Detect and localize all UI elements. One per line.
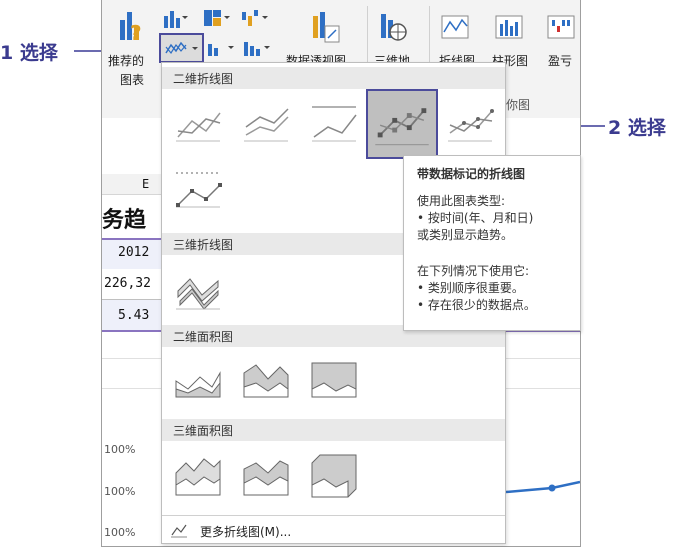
line-chart-dropdown-button[interactable] [159,33,204,63]
ribbon-group-label: 你图 [506,98,531,112]
chart-type-stacked-line-with-markers[interactable] [442,97,498,151]
chart-type-line[interactable] [170,97,226,151]
sheet-title-text: 务趋 [102,207,147,233]
chart-type-100-stacked-line[interactable] [306,97,362,151]
tooltip-line: • 按时间(年、月和日) [417,211,534,225]
callout-step-2: 2 选择 [608,117,666,139]
cell-value-amount[interactable]: 226,32 [104,276,151,291]
sparkline-winloss-label[interactable]: 盈亏 [548,52,572,69]
chart-type-3d-line[interactable] [170,261,226,315]
chart-type-100-stacked-line-with-markers[interactable] [170,163,226,217]
section-header-3d-area: 三维面积图 [162,419,505,441]
recommended-charts-label-2[interactable]: 图表 [120,71,144,88]
y-axis-label: 100% [104,443,136,456]
waterfall-chart-icon[interactable] [240,8,270,28]
chart-type-stacked-area[interactable] [238,353,294,407]
recommended-charts-label-1[interactable]: 推荐的 [108,52,144,69]
tooltip-line: • 类别顺序很重要。 [417,281,524,295]
cell-value-ratio[interactable]: 5.43 [118,308,149,323]
pivot-chart-icon[interactable] [310,10,342,48]
column-header-e[interactable]: E [142,177,149,191]
tooltip-title: 带数据标记的折线图 [417,167,526,181]
tooltip-line: 在下列情况下使用它: [417,264,530,278]
chart-type-tooltip: 带数据标记的折线图 使用此图表类型: • 按时间(年、月和日) 或类别显示趋势。… [403,155,581,331]
hierarchy-chart-icon[interactable] [202,8,232,28]
tooltip-line: 使用此图表类型: [417,194,506,208]
chart-line-segment [505,478,580,498]
y-axis-label: 100% [104,485,136,498]
chart-type-3d-stacked-area[interactable] [238,449,294,503]
y-axis-label: 100% [104,526,136,539]
cell-value-year[interactable]: 2012 [118,245,149,260]
chart-type-100-stacked-area[interactable] [306,353,362,407]
column-chart-icon[interactable] [162,8,188,28]
section-header-2d-line: 二维折线图 [162,67,505,89]
chart-type-line-with-markers[interactable] [366,89,438,159]
more-line-charts-icon[interactable] [170,522,188,538]
sparkline-column-icon[interactable] [494,14,524,40]
pie-chart-icon[interactable] [206,38,236,58]
recommended-charts-icon[interactable]: ? [116,6,146,48]
chart-type-stacked-line[interactable] [238,97,294,151]
statistic-chart-icon[interactable] [242,38,272,58]
tooltip-line: 或类别显示趋势。 [417,228,514,242]
chart-type-area[interactable] [170,353,226,407]
sparkline-winloss-icon[interactable] [546,14,576,40]
tooltip-line: • 存在很少的数据点。 [417,298,536,312]
gallery-footer-divider [162,515,505,516]
3d-map-icon[interactable] [378,10,408,46]
chart-type-3d-area[interactable] [170,449,226,503]
chart-type-3d-100-stacked-area[interactable] [306,449,362,503]
sparkline-line-icon[interactable] [440,14,470,40]
more-line-charts-link[interactable]: 更多折线图(M)... [200,523,291,540]
svg-text:?: ? [130,21,142,45]
callout-step-1: 1 选择 [0,42,58,64]
